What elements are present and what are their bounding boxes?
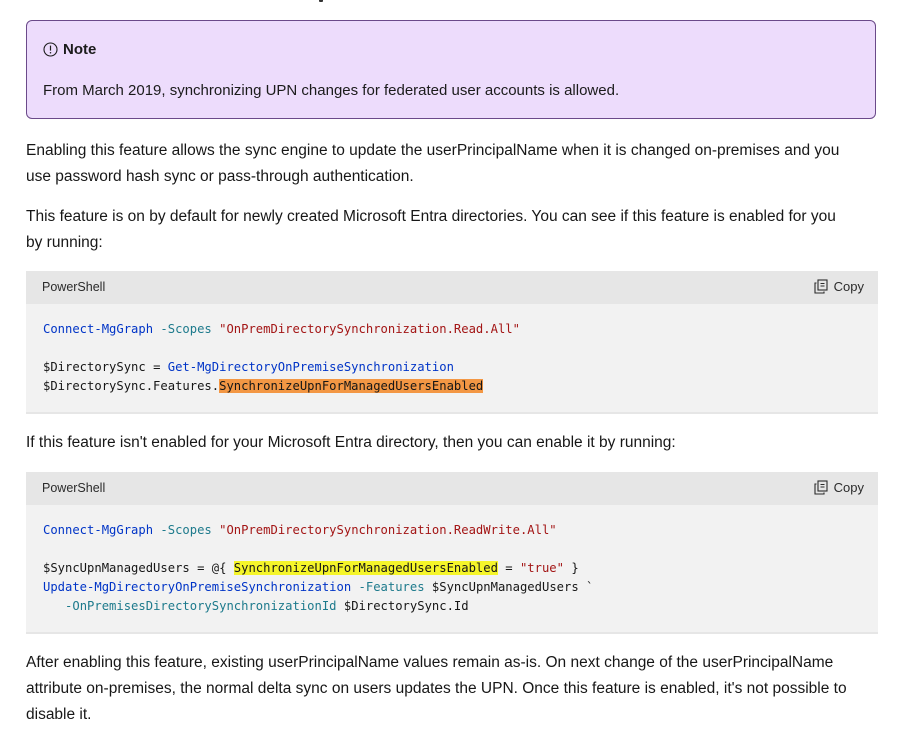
code-string: "OnPremDirectorySynchronization.Read.All… xyxy=(219,322,520,336)
code-block-check: PowerShell Copy Connect-MgGraph -Scopes … xyxy=(26,271,878,414)
code-highlight: SynchronizeUpnForManagedUsersEnabled xyxy=(219,379,484,393)
code-variable: $DirectorySync xyxy=(43,360,146,374)
paragraph-line: use password hash sync or pass-through a… xyxy=(26,168,414,185)
paragraph-line: After enabling this feature, existing us… xyxy=(26,654,834,671)
code-parameter: -OnPremisesDirectorySynchronizationId xyxy=(65,599,337,613)
code-property-path: $DirectorySync.Features. xyxy=(43,379,220,393)
code-header: PowerShell Copy xyxy=(26,271,878,304)
code-block-enable: PowerShell Copy Connect-MgGraph -Scopes … xyxy=(26,472,878,634)
paragraph-line: by running: xyxy=(26,234,103,251)
paragraph-line: If this feature isn't enabled for your M… xyxy=(26,434,676,451)
paragraph-line: This feature is on by default for newly … xyxy=(26,208,836,225)
code-variable: $DirectorySync.Id xyxy=(343,599,469,613)
code-cmdlet: Update-MgDirectoryOnPremiseSynchronizati… xyxy=(43,580,352,594)
copy-icon xyxy=(814,279,828,294)
code-highlight: SynchronizeUpnForManagedUsersEnabled xyxy=(233,561,498,575)
note-callout: Note From March 2019, synchronizing UPN … xyxy=(26,20,876,119)
copy-button[interactable]: Copy xyxy=(814,480,864,495)
code-language-label: PowerShell xyxy=(42,280,106,294)
copy-label: Copy xyxy=(833,480,864,495)
info-circle-icon xyxy=(43,42,58,57)
code-operator: = xyxy=(145,360,168,374)
paragraph-default-on: This feature is on by default for newly … xyxy=(26,204,878,256)
code-parameter: -Features xyxy=(358,580,425,594)
code-cmdlet: Connect-MgGraph xyxy=(43,523,154,537)
paragraph-enable-if-disabled: If this feature isn't enabled for your M… xyxy=(26,430,878,456)
code-string: "OnPremDirectorySynchronization.ReadWrit… xyxy=(219,523,557,537)
truncated-heading-fragment xyxy=(319,0,323,2)
paragraph-enable-feature: Enabling this feature allows the sync en… xyxy=(26,138,878,190)
code-brace: } xyxy=(563,561,579,575)
copy-button[interactable]: Copy xyxy=(814,279,864,294)
code-variable: $SyncUpnManagedUsers ` xyxy=(431,580,594,594)
paragraph-line: disable it. xyxy=(26,706,92,723)
code-body: Connect-MgGraph -Scopes "OnPremDirectory… xyxy=(26,505,878,616)
code-cmdlet: Connect-MgGraph xyxy=(43,322,154,336)
code-language-label: PowerShell xyxy=(42,481,106,495)
code-string: "true" xyxy=(519,561,564,575)
note-title: Note xyxy=(63,41,97,58)
paragraph-line: attribute on-premises, the normal delta … xyxy=(26,680,847,697)
code-operator: = xyxy=(497,561,520,575)
paragraph-line: Enabling this feature allows the sync en… xyxy=(26,142,840,159)
copy-label: Copy xyxy=(833,279,864,294)
code-body: Connect-MgGraph -Scopes "OnPremDirectory… xyxy=(26,304,878,396)
note-text: From March 2019, synchronizing UPN chang… xyxy=(43,82,620,99)
paragraph-after-enabling: After enabling this feature, existing us… xyxy=(26,650,878,728)
code-assignment: $SyncUpnManagedUsers = @{ xyxy=(43,561,234,575)
code-cmdlet: Get-MgDirectoryOnPremiseSynchronization xyxy=(167,360,454,374)
note-header: Note xyxy=(43,41,96,58)
copy-icon xyxy=(814,480,828,495)
code-parameter: -Scopes xyxy=(160,523,212,537)
code-header: PowerShell Copy xyxy=(26,472,878,505)
code-parameter: -Scopes xyxy=(160,322,212,336)
